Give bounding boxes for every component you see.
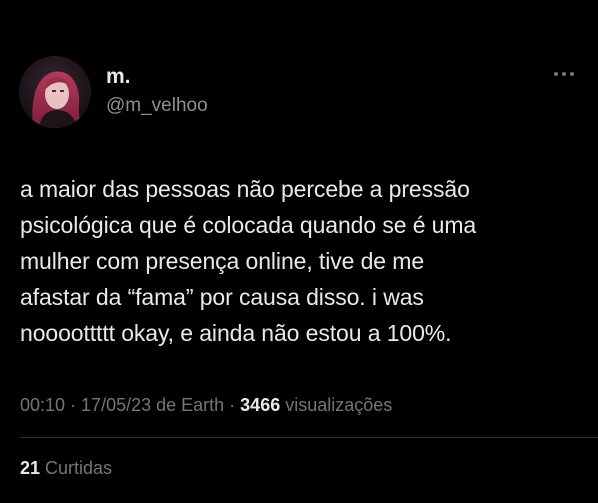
likes-count: 21 [20,458,41,478]
avatar[interactable] [19,56,91,128]
tweet-text-line: noooottttt okay, e ainda não estou a 100… [20,320,452,346]
tweet-card: m. @m_velhoo a maior das pessoas não per… [0,0,598,503]
meta-separator: · [65,395,82,415]
views-count[interactable]: 3466 [240,395,280,415]
likes-link[interactable]: 21 Curtidas [20,456,112,480]
divider [20,437,598,438]
more-options-button[interactable] [551,66,577,82]
user-handle[interactable]: @m_velhoo [106,94,208,118]
views-label: visualizações [280,395,393,415]
tweet-date-source[interactable]: 17/05/23 de Earth [81,395,224,415]
meta-separator: · [224,395,241,415]
tweet-time[interactable]: 00:10 [20,395,65,415]
display-name[interactable]: m. [106,65,131,89]
tweet-text-line: mulher com presença online, tive de me [20,248,425,274]
tweet-text-line: psicológica que é colocada quando se é u… [20,212,477,238]
tweet-meta: 00:10 · 17/05/23 de Earth · 3466 visuali… [20,393,392,417]
tweet-text: a maior das pessoas não percebe a pressã… [20,171,590,351]
tweet-text-line: a maior das pessoas não percebe a pressã… [20,176,470,202]
profile-photo [19,56,91,128]
more-dots-icon [554,72,574,76]
tweet-text-line: afastar da “fama” por causa disso. i was [20,284,424,310]
likes-label: Curtidas [40,458,113,478]
